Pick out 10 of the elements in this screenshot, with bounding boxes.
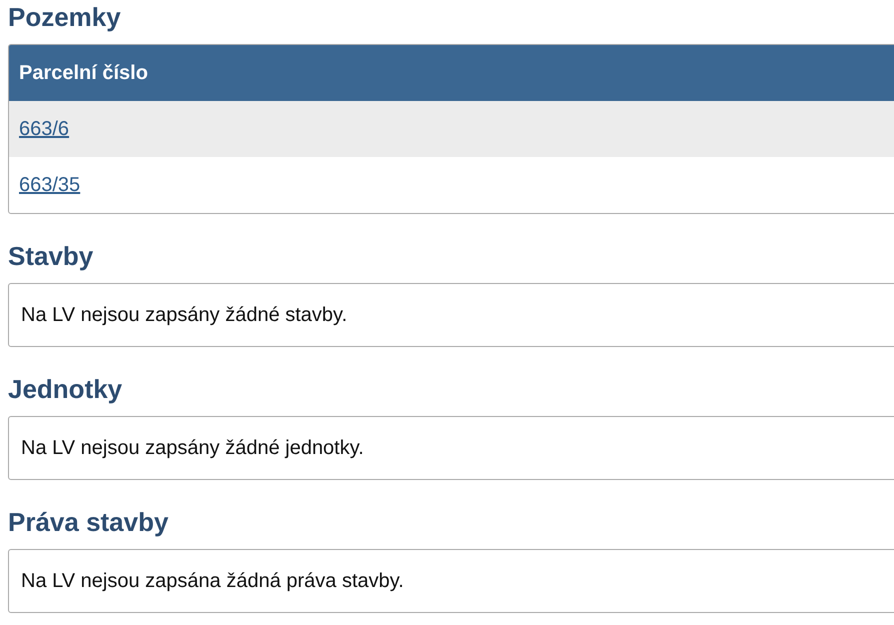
message-box: Na LV nejsou zapsány žádné stavby. bbox=[8, 283, 894, 347]
parcel-link[interactable]: 663/6 bbox=[19, 114, 70, 144]
section-heading: Jednotky bbox=[8, 373, 124, 405]
section-heading: Stavby bbox=[8, 240, 94, 272]
message-box: Na LV nejsou zapsány žádné jednotky. bbox=[8, 416, 894, 480]
parcel-link[interactable]: 663/35 bbox=[19, 170, 80, 200]
message-box: Na LV nejsou zapsána žádná práva stavby. bbox=[8, 549, 894, 613]
section-heading: Pozemky bbox=[8, 1, 122, 33]
section-heading: Práva stavby bbox=[8, 506, 170, 538]
column-header: Parcelní číslo bbox=[9, 45, 894, 101]
